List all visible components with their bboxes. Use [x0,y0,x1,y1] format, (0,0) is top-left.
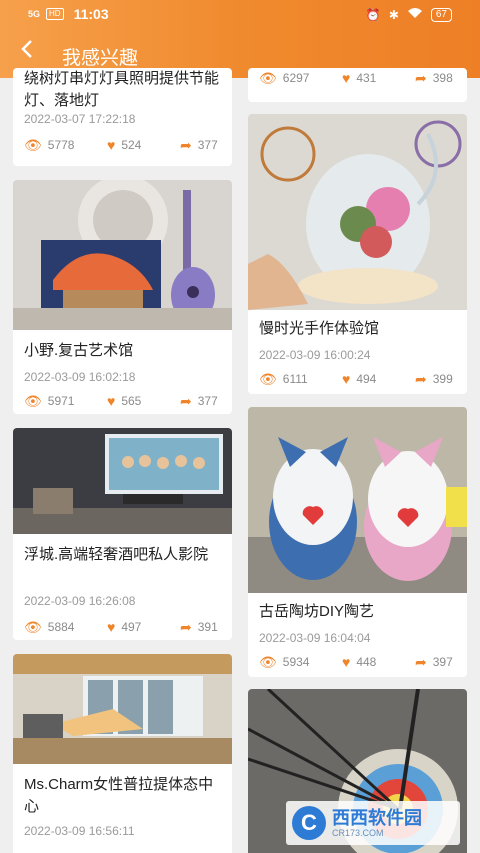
venue-stats: 👁 5934 ♥ 448 ➦ 397 [259,655,459,671]
heart-icon: ♥ [342,371,351,387]
eye-icon: 👁 [259,70,277,86]
share-icon: ➦ [180,619,192,635]
venue-image [13,180,232,330]
venue-date: 2022-03-09 16:00:24 [259,348,371,362]
venue-date: 2022-03-09 16:04:04 [259,631,371,645]
venue-name: 绕树灯串灯灯具照明提供节能灯、落地灯 [24,70,220,109]
heart-icon: ♥ [107,619,116,635]
like-count: 448 [356,655,377,669]
share-count: 377 [197,394,218,408]
eye-icon: 👁 [259,371,277,387]
page-title: 我感兴趣 [62,48,139,69]
like-count: 524 [121,138,142,152]
view-count: 5934 [282,655,310,669]
venue-date: 2022-03-09 16:02:18 [24,370,136,384]
heart-icon: ♥ [342,70,351,86]
view-count: 5778 [47,138,75,152]
venue-name: 浮城.高端轻奢酒吧私人影院 [24,546,209,563]
heart-icon: ♥ [107,393,116,409]
view-count: 6111 [282,372,308,386]
venue-card[interactable]: Ms.Charm女性普拉提体态中心 2022-03-09 16:56:11 [13,654,232,853]
venue-image [248,407,467,593]
share-icon: ➦ [415,371,427,387]
venue-stats: 👁 5778 ♥ 524 ➦ 377 [24,138,224,154]
watermark-subtext: CR173.COM [332,828,384,838]
venue-card[interactable]: 慢时光手作体验馆 2022-03-09 16:00:24 👁 6111 ♥ 494 … [248,114,467,394]
view-count: 5884 [47,620,75,634]
venue-card[interactable]: 小野.复古艺术馆 2022-03-09 16:02:18 👁 5971 ♥ 565 … [13,180,232,414]
venue-date: 2022-03-07 17:22:18 [24,112,136,126]
view-count: 6297 [282,71,310,85]
venue-image [248,114,467,310]
venue-card[interactable]: 👁 6297 ♥ 431 ➦ 398 [248,68,467,102]
status-bar: 5G HD 11:03 ⏰ ✱ 67 [0,0,480,30]
heart-icon: ♥ [107,137,116,153]
venue-stats: 👁 6111 ♥ 494 ➦ 399 [259,372,459,388]
eye-icon: 👁 [259,654,277,670]
venue-name: 慢时光手作体验馆 [259,320,380,337]
share-icon: ➦ [415,70,427,86]
venue-card[interactable]: 古岳陶坊DIY陶艺 2022-03-09 16:04:04 👁 5934 ♥ 448… [248,407,467,677]
like-count: 497 [121,620,142,634]
wifi-icon [407,7,423,22]
venue-image [13,654,232,764]
venue-name: 小野.复古艺术馆 [24,342,134,359]
view-count: 5971 [47,394,75,408]
share-icon: ➦ [180,137,192,153]
venue-name: 古岳陶坊DIY陶艺 [259,603,375,620]
share-icon: ➦ [415,654,427,670]
watermark-text: 西西软件园 [332,808,422,828]
venue-date: 2022-03-09 16:56:11 [24,824,135,838]
venue-card[interactable]: 浮城.高端轻奢酒吧私人影院 2022-03-09 16:26:08 👁 5884 … [13,428,232,640]
heart-icon: ♥ [342,654,351,670]
like-count: 565 [121,394,142,408]
status-time: 11:03 [73,6,109,22]
watermark: C 西西软件园 CR173.COM [286,801,460,845]
venue-card[interactable]: 绕树灯串灯灯具照明提供节能灯、落地灯 2022-03-07 17:22:18 👁… [13,68,232,166]
eye-icon: 👁 [24,393,42,409]
like-count: 494 [356,372,377,386]
like-count: 431 [356,71,377,85]
alarm-icon: ⏰ [365,7,381,22]
share-count: 391 [197,620,218,634]
share-count: 398 [432,71,453,85]
battery-indicator: 67 [430,7,452,22]
venue-stats: 👁 6297 ♥ 431 ➦ 398 [259,71,459,87]
share-count: 397 [432,655,453,669]
venue-image [13,428,232,534]
venue-name: Ms.Charm女性普拉提体态中心 [24,776,214,815]
eye-icon: 👁 [24,137,42,153]
share-icon: ➦ [180,393,192,409]
hd-badge: HD [46,8,64,20]
signal-indicator: 5G [28,8,41,19]
share-count: 377 [197,138,218,152]
venue-stats: 👁 5971 ♥ 565 ➦ 377 [24,394,224,410]
eye-icon: 👁 [24,619,42,635]
watermark-logo-icon: C [292,806,326,840]
venue-date: 2022-03-09 16:26:08 [24,594,136,608]
venue-stats: 👁 5884 ♥ 497 ➦ 391 [24,620,224,636]
back-button[interactable] [20,38,44,66]
bluetooth-icon: ✱ [388,7,399,22]
top-bar: 5G HD 11:03 ⏰ ✱ 67 我感兴趣 [0,0,480,78]
share-count: 399 [432,372,453,386]
